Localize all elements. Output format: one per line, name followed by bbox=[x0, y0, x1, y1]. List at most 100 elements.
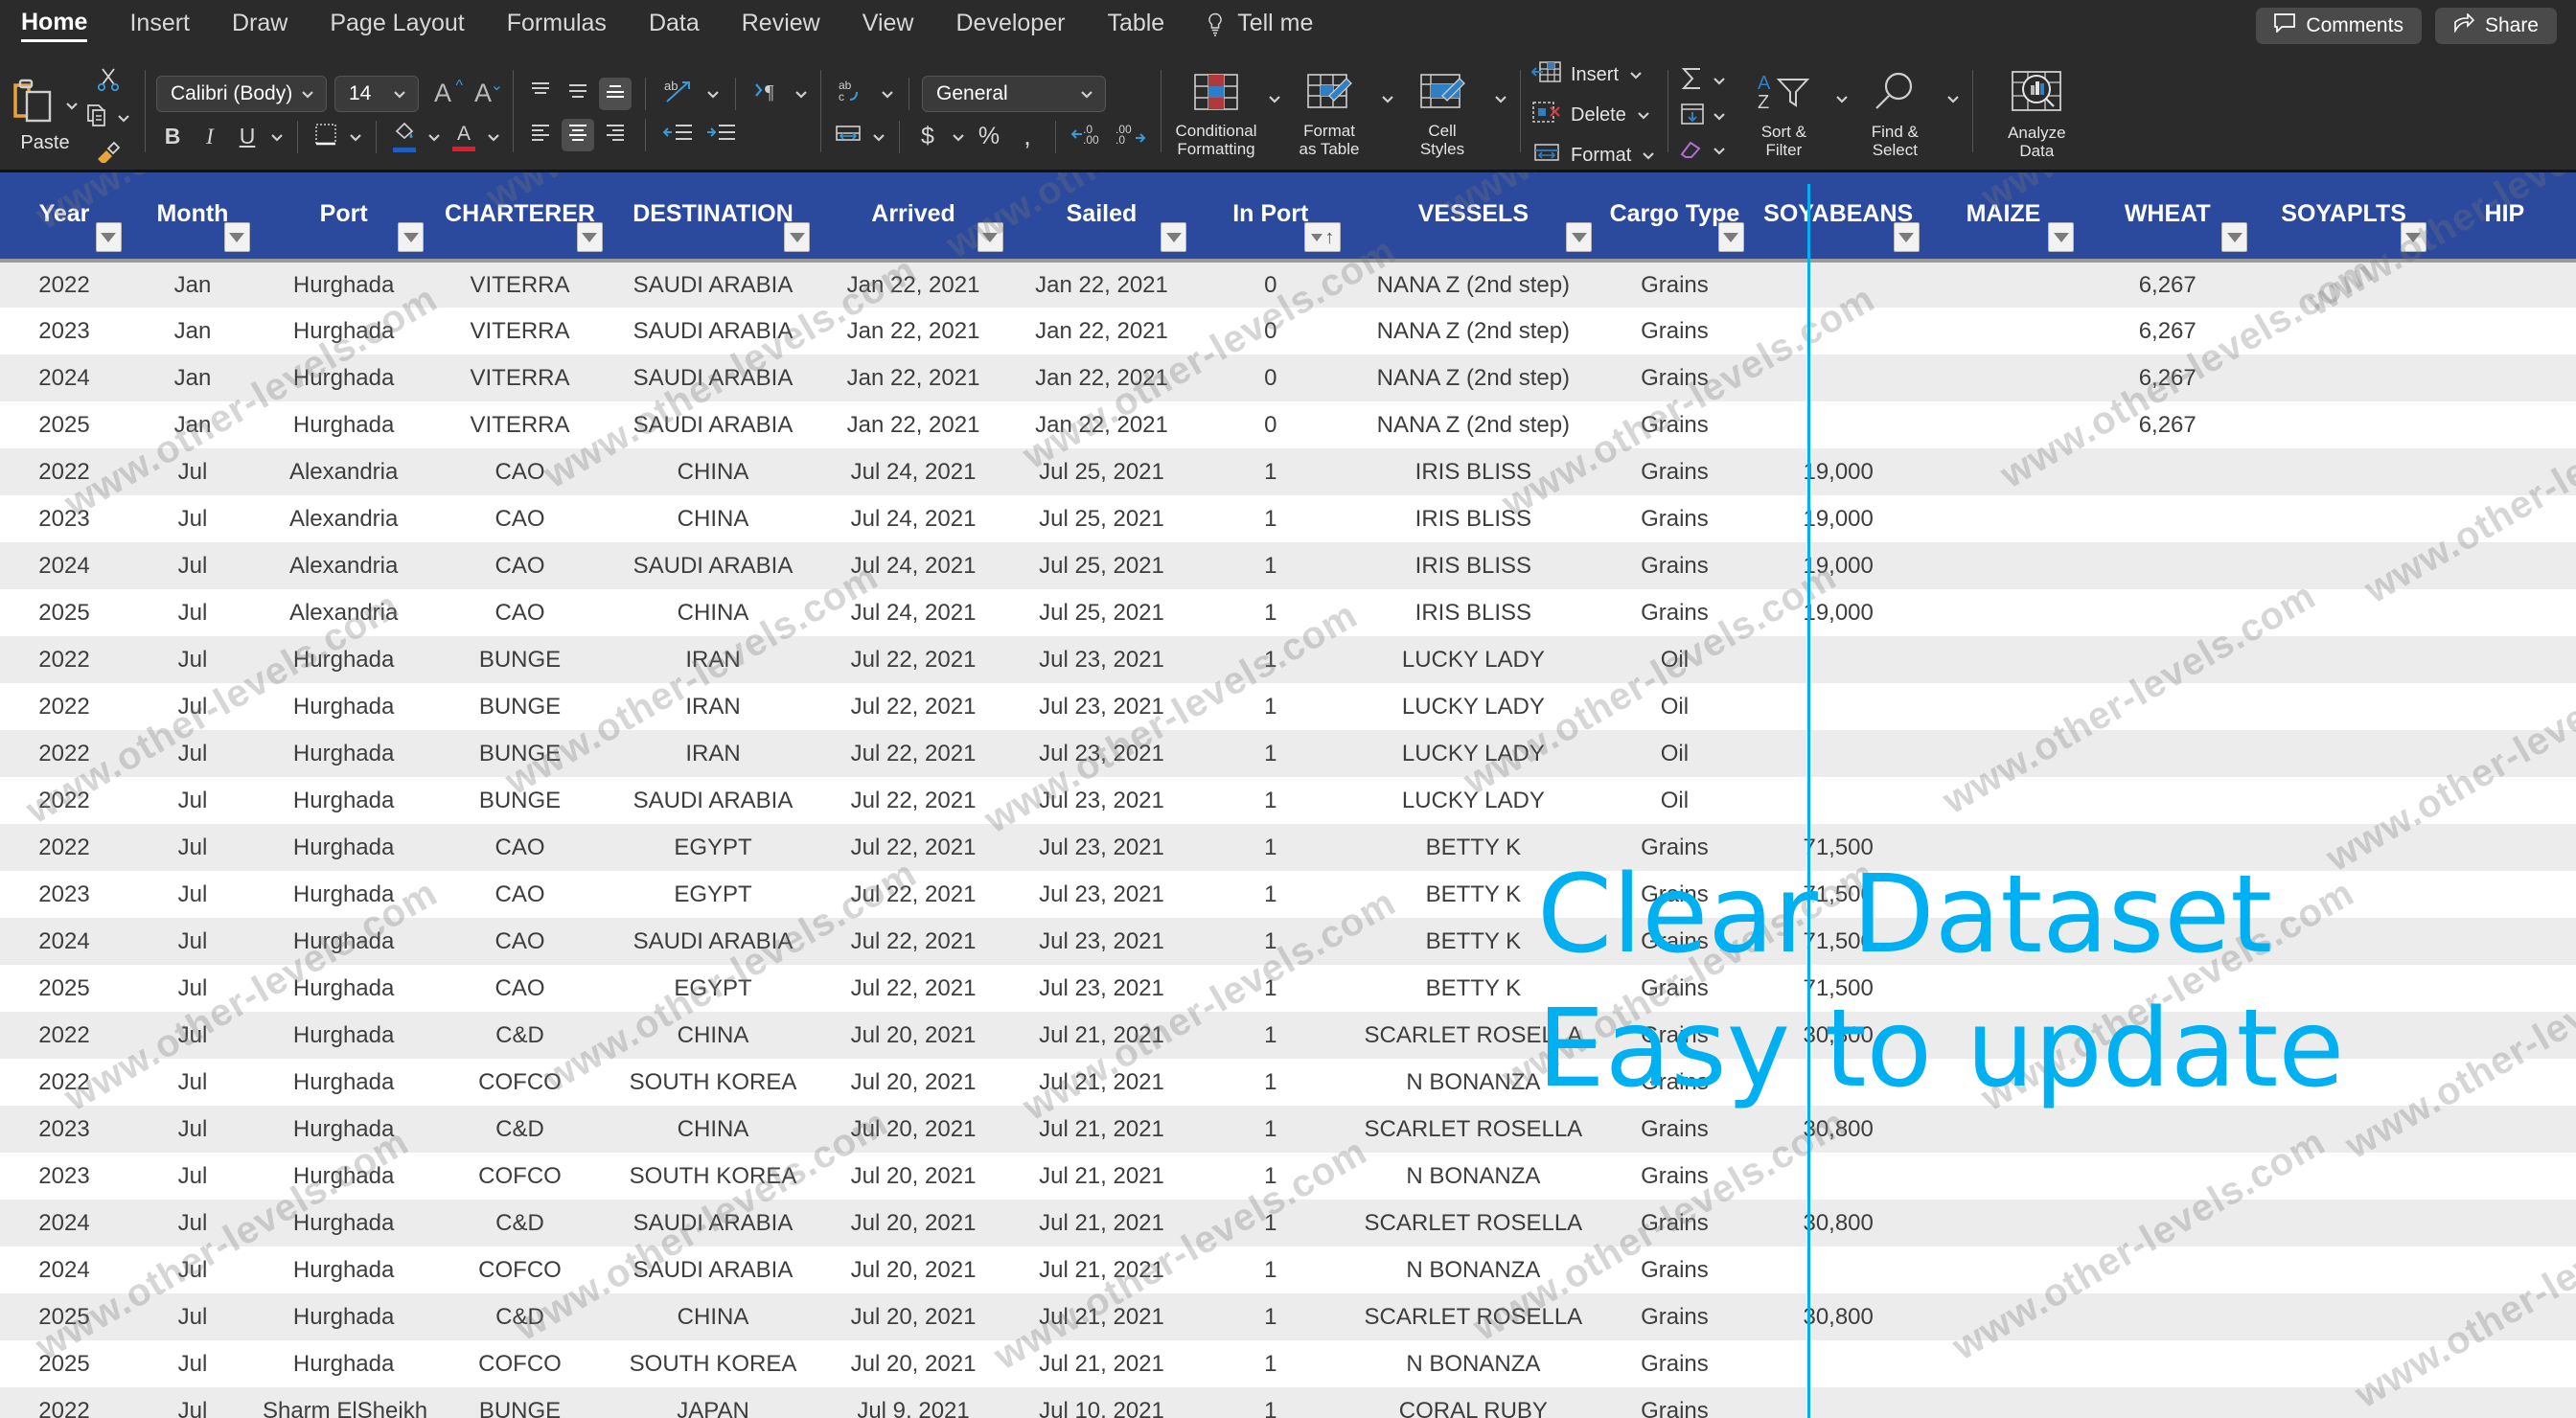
table-cell-arrived[interactable]: Jul 22, 2021 bbox=[816, 777, 1010, 824]
align-bottom-button[interactable] bbox=[599, 77, 632, 110]
table-cell-in-port[interactable]: 1 bbox=[1193, 1387, 1348, 1418]
table-cell-charterer[interactable]: C&D bbox=[430, 1106, 610, 1153]
table-cell-arrived[interactable]: Jul 24, 2021 bbox=[816, 495, 1010, 542]
table-cell-year[interactable]: 2024 bbox=[0, 542, 128, 589]
increase-decimal-button[interactable]: .0.00 bbox=[1068, 121, 1106, 153]
table-cell-year[interactable]: 2022 bbox=[0, 1012, 128, 1059]
table-cell-port[interactable]: Hurghada bbox=[256, 777, 431, 824]
table-row[interactable]: 2022 Jul Sharm ElSheikh BUNGE JAPAN Jul 9, 20… bbox=[0, 1387, 2576, 1418]
format-as-table-chevron-down-icon[interactable] bbox=[1379, 90, 1396, 107]
table-cell-hip[interactable] bbox=[2432, 824, 2576, 871]
table-cell-soyaplts[interactable] bbox=[2254, 589, 2433, 636]
filter-dropdown-button[interactable] bbox=[1161, 222, 1187, 252]
table-cell-maize[interactable] bbox=[1925, 636, 2082, 683]
align-left-button[interactable] bbox=[524, 119, 557, 151]
table-cell-maize[interactable] bbox=[1925, 730, 2082, 777]
table-cell-year[interactable]: 2023 bbox=[0, 308, 128, 354]
table-cell-soyabeans[interactable] bbox=[1750, 354, 1926, 401]
table-cell-cargo-type[interactable]: Oil bbox=[1598, 683, 1751, 730]
table-cell-wheat[interactable] bbox=[2081, 589, 2255, 636]
table-cell-hip[interactable] bbox=[2432, 354, 2576, 401]
table-cell-month[interactable]: Jul bbox=[127, 1340, 257, 1387]
table-cell-cargo-type[interactable]: Oil bbox=[1598, 730, 1751, 777]
table-cell-arrived[interactable]: Jan 22, 2021 bbox=[816, 401, 1010, 448]
find-select-button[interactable]: Find & Select bbox=[1851, 62, 1939, 160]
table-cell-hip[interactable] bbox=[2432, 1340, 2576, 1387]
filter-dropdown-button[interactable] bbox=[2400, 222, 2426, 252]
table-cell-month[interactable]: Jul bbox=[127, 730, 257, 777]
column-header-destination[interactable]: DESTINATION bbox=[609, 184, 817, 263]
table-row[interactable]: 2023 Jul Alexandria CAO CHINA Jul 24, 2021 Jul… bbox=[0, 495, 2576, 542]
table-row[interactable]: 2024 Jul Alexandria CAO SAUDI ARABIA Jul 24, … bbox=[0, 542, 2576, 589]
table-cell-port[interactable]: Alexandria bbox=[256, 495, 431, 542]
table-cell-soyabeans[interactable] bbox=[1750, 1340, 1926, 1387]
table-cell-in-port[interactable]: 0 bbox=[1193, 261, 1348, 308]
table-cell-port[interactable]: Hurghada bbox=[256, 1246, 431, 1293]
table-cell-destination[interactable]: CHINA bbox=[609, 1293, 817, 1340]
table-cell-cargo-type[interactable]: Oil bbox=[1598, 636, 1751, 683]
table-cell-vessels[interactable]: SCARLET ROSELLA bbox=[1347, 1293, 1599, 1340]
table-cell-port[interactable]: Hurghada bbox=[256, 730, 431, 777]
paste-chevron-down-icon[interactable] bbox=[63, 97, 80, 114]
table-cell-destination[interactable]: SAUDI ARABIA bbox=[609, 261, 817, 308]
table-cell-month[interactable]: Jul bbox=[127, 965, 257, 1012]
delete-cells-button[interactable]: Delete bbox=[1531, 98, 1657, 132]
table-row[interactable]: 2025 Jul Hurghada COFCO SOUTH KOREA Jul 20, 2… bbox=[0, 1340, 2576, 1387]
table-cell-port[interactable]: Hurghada bbox=[256, 1153, 431, 1200]
cut-button[interactable] bbox=[96, 67, 121, 97]
table-cell-sailed[interactable]: Jul 21, 2021 bbox=[1009, 1012, 1194, 1059]
table-cell-arrived[interactable]: Jul 24, 2021 bbox=[816, 448, 1010, 495]
table-cell-charterer[interactable]: C&D bbox=[430, 1012, 610, 1059]
table-cell-hip[interactable] bbox=[2432, 1246, 2576, 1293]
table-cell-soyaplts[interactable] bbox=[2254, 1200, 2433, 1246]
table-cell-arrived[interactable]: Jul 9, 2021 bbox=[816, 1387, 1010, 1418]
menu-item-review[interactable]: Review bbox=[742, 10, 820, 41]
table-cell-sailed[interactable]: Jul 23, 2021 bbox=[1009, 636, 1194, 683]
table-cell-sailed[interactable]: Jul 23, 2021 bbox=[1009, 777, 1194, 824]
table-cell-cargo-type[interactable]: Grains bbox=[1598, 401, 1751, 448]
underline-button[interactable]: U bbox=[231, 121, 264, 153]
table-cell-in-port[interactable]: 1 bbox=[1193, 636, 1348, 683]
table-cell-port[interactable]: Alexandria bbox=[256, 589, 431, 636]
table-cell-year[interactable]: 2024 bbox=[0, 918, 128, 965]
table-cell-hip[interactable] bbox=[2432, 448, 2576, 495]
table-cell-soyaplts[interactable] bbox=[2254, 1340, 2433, 1387]
table-cell-month[interactable]: Jul bbox=[127, 1293, 257, 1340]
table-cell-charterer[interactable]: CAO bbox=[430, 918, 610, 965]
format-chevron-down-icon[interactable] bbox=[1640, 147, 1657, 164]
table-cell-vessels[interactable]: N BONANZA bbox=[1347, 1246, 1599, 1293]
merge-center-button[interactable] bbox=[832, 121, 864, 153]
currency-button[interactable]: $ bbox=[911, 121, 944, 153]
table-row[interactable]: 2022 Jul Hurghada BUNGE IRAN Jul 22, 2021 Jul … bbox=[0, 730, 2576, 777]
table-cell-soyaplts[interactable] bbox=[2254, 542, 2433, 589]
column-header-hip[interactable]: HIP bbox=[2432, 184, 2576, 263]
table-cell-soyaplts[interactable] bbox=[2254, 401, 2433, 448]
table-cell-cargo-type[interactable]: Grains bbox=[1598, 495, 1751, 542]
table-cell-soyabeans[interactable] bbox=[1750, 1153, 1926, 1200]
table-cell-year[interactable]: 2022 bbox=[0, 1059, 128, 1106]
clear-chevron-down-icon[interactable] bbox=[1711, 142, 1728, 159]
table-cell-charterer[interactable]: CAO bbox=[430, 871, 610, 918]
table-cell-year[interactable]: 2025 bbox=[0, 401, 128, 448]
table-cell-sailed[interactable]: Jul 23, 2021 bbox=[1009, 918, 1194, 965]
table-row[interactable]: 2025 Jul Hurghada C&D CHINA Jul 20, 2021 Jul 2… bbox=[0, 1293, 2576, 1340]
table-cell-arrived[interactable]: Jul 20, 2021 bbox=[816, 1106, 1010, 1153]
comments-button[interactable]: Comments bbox=[2256, 8, 2422, 44]
table-cell-maize[interactable] bbox=[1925, 1200, 2082, 1246]
table-cell-arrived[interactable]: Jul 20, 2021 bbox=[816, 1059, 1010, 1106]
table-cell-arrived[interactable]: Jul 22, 2021 bbox=[816, 730, 1010, 777]
table-cell-year[interactable]: 2025 bbox=[0, 589, 128, 636]
align-middle-button[interactable] bbox=[562, 78, 594, 110]
table-cell-cargo-type[interactable]: Grains bbox=[1598, 308, 1751, 354]
table-cell-maize[interactable] bbox=[1925, 401, 2082, 448]
table-cell-month[interactable]: Jul bbox=[127, 1106, 257, 1153]
table-cell-vessels[interactable]: SCARLET ROSELLA bbox=[1347, 1106, 1599, 1153]
table-cell-month[interactable]: Jul bbox=[127, 636, 257, 683]
merge-center-chevron-down-icon[interactable] bbox=[870, 128, 887, 146]
table-cell-hip[interactable] bbox=[2432, 1153, 2576, 1200]
table-cell-destination[interactable]: SAUDI ARABIA bbox=[609, 354, 817, 401]
table-cell-in-port[interactable]: 1 bbox=[1193, 1012, 1348, 1059]
table-cell-destination[interactable]: IRAN bbox=[609, 683, 817, 730]
table-cell-arrived[interactable]: Jan 22, 2021 bbox=[816, 261, 1010, 308]
table-cell-soyabeans[interactable]: 19,000 bbox=[1750, 542, 1926, 589]
